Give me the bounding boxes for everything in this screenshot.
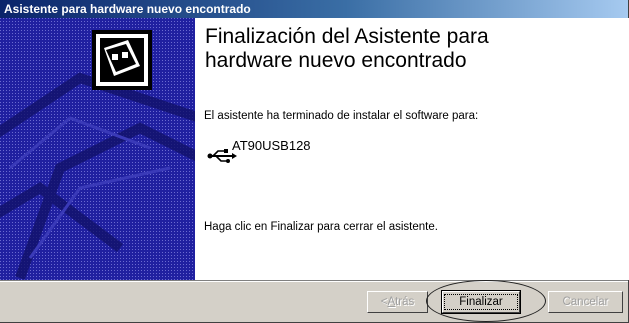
back-button-label: trás [395, 296, 415, 308]
hardware-wizard-graphic [0, 18, 195, 280]
cancel-button[interactable]: Cancelar [548, 291, 623, 313]
title-bar[interactable]: Asistente para hardware nuevo encontrado [0, 0, 628, 18]
finish-instructions: Haga clic en Finalizar para cerrar el as… [204, 221, 438, 233]
device-name: AT90USB128 [232, 138, 311, 153]
finish-button-label: Finalizar [444, 294, 518, 310]
wizard-heading: Finalización del Asistente para hardware… [205, 25, 489, 72]
back-button-accelerator: A [387, 296, 396, 308]
wizard-content: Finalización del Asistente para hardware… [195, 18, 629, 280]
cancel-button-label: Cancelar [562, 296, 609, 308]
button-separator [0, 280, 628, 282]
back-button[interactable]: < Atrás [367, 291, 428, 313]
finish-button[interactable]: Finalizar [441, 290, 521, 314]
hardware-card-icon [92, 30, 152, 90]
wizard-side-panel [0, 18, 195, 280]
window-title: Asistente para hardware nuevo encontrado [4, 2, 251, 16]
intro-text: El asistente ha terminado de instalar el… [204, 110, 479, 122]
back-button-prefix: < [380, 296, 388, 308]
wizard-window: Asistente para hardware nuevo encontrado [0, 0, 629, 323]
